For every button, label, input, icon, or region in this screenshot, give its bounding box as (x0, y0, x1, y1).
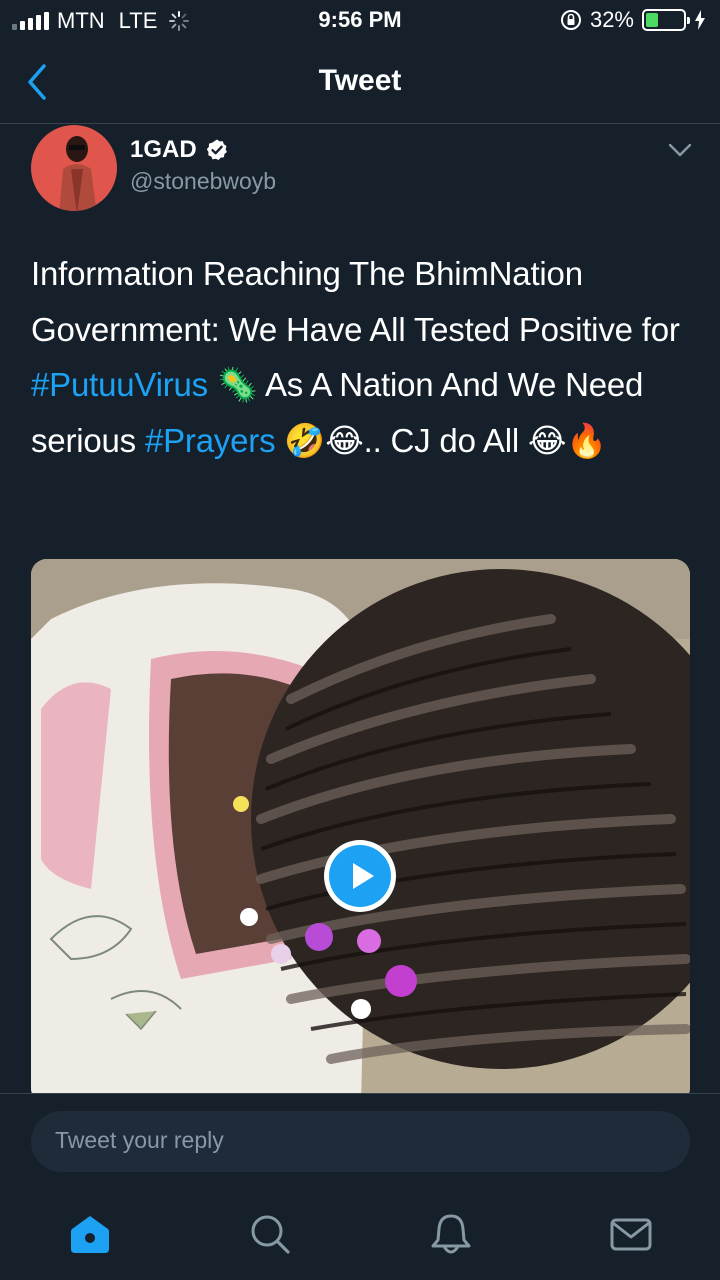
reply-input[interactable] (31, 1111, 690, 1172)
orientation-lock-icon (560, 10, 581, 30)
avatar-image (59, 136, 97, 211)
tweet-detail-screen: MTN LTE 9:56 PM 32% Tweet 1GAD @stonebwo… (0, 0, 720, 1280)
avatar[interactable] (31, 125, 117, 211)
home-icon[interactable] (68, 1212, 112, 1256)
tab-bar (0, 1188, 720, 1280)
reply-bar: Tweet your reply (0, 1093, 720, 1188)
search-icon[interactable] (248, 1212, 292, 1256)
video-frame-image (31, 559, 690, 1104)
author-name-row[interactable]: 1GAD (130, 136, 229, 164)
navigation-bar: Tweet (0, 40, 720, 124)
play-button-icon[interactable] (322, 838, 398, 914)
tweet-text-part: Information Reaching The BhimNation Gove… (31, 255, 680, 348)
battery-icon (642, 9, 690, 31)
verified-badge-icon (206, 139, 227, 160)
tweet-text: Information Reaching The BhimNation Gove… (31, 246, 691, 468)
battery-percent: 32% (589, 7, 634, 32)
page-title: Tweet (318, 64, 402, 97)
author-handle[interactable]: @stonebwoyb (130, 168, 276, 195)
messages-icon[interactable] (609, 1212, 653, 1256)
battery-level (646, 13, 658, 27)
status-right: 32% (560, 7, 706, 33)
hashtag-link[interactable]: #PutuuVirus (31, 366, 208, 403)
hashtag-link[interactable]: #Prayers (145, 422, 276, 459)
chevron-down-icon[interactable] (666, 138, 694, 162)
charging-bolt-icon (695, 10, 705, 30)
notifications-icon[interactable] (429, 1212, 473, 1256)
status-bar: MTN LTE 9:56 PM 32% (0, 0, 720, 40)
tweet-text-part: 🤣😂.. CJ do All 😂🔥 (275, 421, 608, 459)
video-thumbnail[interactable] (31, 559, 690, 1104)
author-name[interactable]: 1GAD (130, 136, 197, 164)
